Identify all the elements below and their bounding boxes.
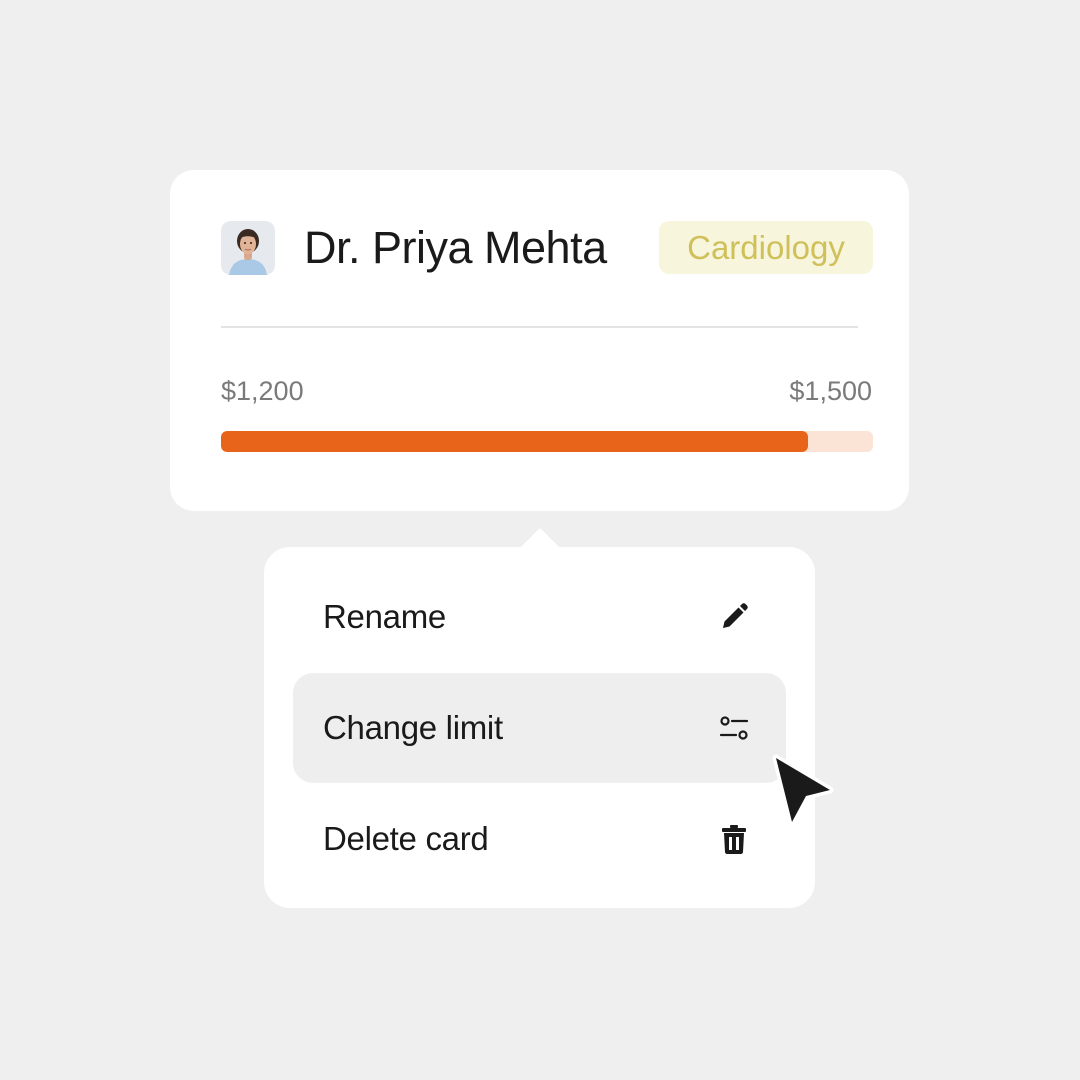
menu-item-label: Rename <box>323 598 446 635</box>
divider <box>221 326 858 328</box>
sliders-icon <box>718 712 750 744</box>
spend-progress-bar <box>221 431 873 452</box>
department-badge: Cardiology <box>659 221 873 274</box>
menu-item-rename[interactable]: Rename <box>293 562 786 672</box>
menu-pointer-arrow <box>520 528 560 548</box>
avatar <box>221 221 275 275</box>
spend-progress-fill <box>221 431 808 452</box>
expense-card[interactable]: Dr. Priya Mehta Cardiology $1,200 $1,500 <box>170 170 909 511</box>
menu-item-delete-card[interactable]: Delete card <box>293 784 786 894</box>
limit-amount: $1,500 <box>789 376 872 406</box>
menu-item-label: Change limit <box>323 709 503 746</box>
canvas: Dr. Priya Mehta Cardiology $1,200 $1,500… <box>0 0 1080 1080</box>
card-holder-name: Dr. Priya Mehta <box>304 222 607 273</box>
trash-icon <box>718 823 750 855</box>
context-menu: Rename Change limit Delete card <box>264 528 815 908</box>
pencil-icon <box>718 601 750 633</box>
mouse-pointer-icon <box>768 752 838 826</box>
menu-item-label: Delete card <box>323 820 489 857</box>
spent-amount: $1,200 <box>221 376 304 406</box>
menu-item-change-limit[interactable]: Change limit <box>293 673 786 783</box>
